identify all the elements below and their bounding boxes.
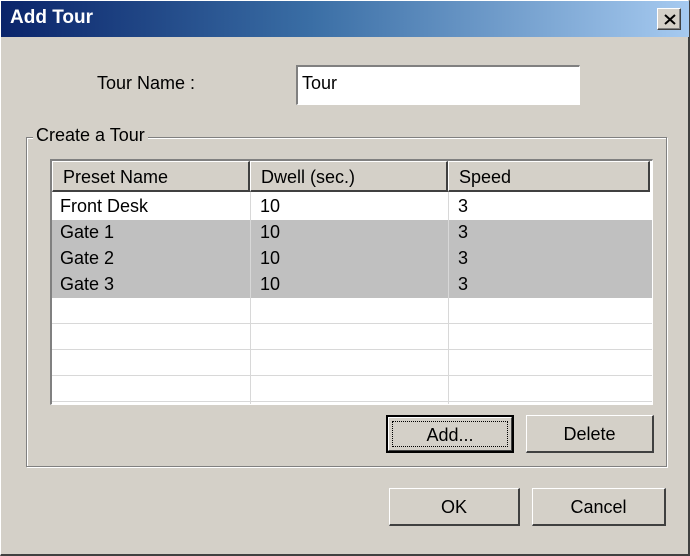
cell-dwell: 10 (260, 222, 281, 242)
cell-preset: Gate 1 (60, 222, 115, 242)
ok-button[interactable]: OK (389, 488, 520, 526)
add-tour-dialog: Add Tour Tour Name : Tour Create a Tour … (0, 0, 690, 556)
cell-dwell: 10 (260, 248, 281, 268)
cell-speed: 3 (458, 274, 469, 294)
add-button-label: Add... (426, 425, 474, 445)
cell-dwell: 10 (260, 196, 281, 216)
cell-preset: Gate 3 (60, 274, 115, 294)
table-row[interactable]: Gate 2 10 3 (52, 246, 652, 272)
cell-speed: 3 (458, 196, 469, 216)
add-button[interactable]: Add... (386, 415, 514, 453)
empty-row[interactable] (52, 350, 652, 376)
column-divider (250, 192, 251, 404)
empty-row[interactable] (52, 298, 652, 324)
empty-row[interactable] (52, 324, 652, 350)
empty-row[interactable] (52, 376, 652, 402)
column-header-preset-name[interactable]: Preset Name (52, 161, 250, 192)
delete-button-label: Delete (563, 424, 616, 444)
table-row[interactable]: Gate 1 10 3 (52, 220, 652, 246)
tour-name-input[interactable]: Tour (296, 65, 580, 105)
ok-button-label: OK (440, 497, 467, 517)
cancel-button-label: Cancel (570, 497, 627, 517)
column-header-dwell[interactable]: Dwell (sec.) (250, 161, 448, 192)
close-icon (664, 14, 676, 25)
delete-button[interactable]: Delete (526, 415, 654, 453)
cell-preset: Gate 2 (60, 248, 115, 268)
close-button[interactable] (657, 8, 681, 30)
table-row[interactable]: Gate 3 10 3 (52, 272, 652, 298)
cell-speed: 3 (458, 222, 469, 242)
cell-speed: 3 (458, 248, 469, 268)
cancel-button[interactable]: Cancel (532, 488, 666, 526)
cell-preset: Front Desk (60, 196, 149, 216)
table-row[interactable]: Front Desk 10 3 (52, 194, 652, 220)
tour-name-label: Tour Name : (97, 73, 196, 93)
column-header-speed[interactable]: Speed (448, 161, 650, 192)
title-bar: Add Tour (1, 1, 689, 37)
window-title: Add Tour (10, 7, 94, 28)
column-divider (448, 192, 449, 404)
preset-list[interactable]: Preset Name Dwell (sec.) Speed Front Des… (50, 159, 653, 405)
create-tour-group-label: Create a Tour (33, 125, 148, 146)
cell-dwell: 10 (260, 274, 281, 294)
